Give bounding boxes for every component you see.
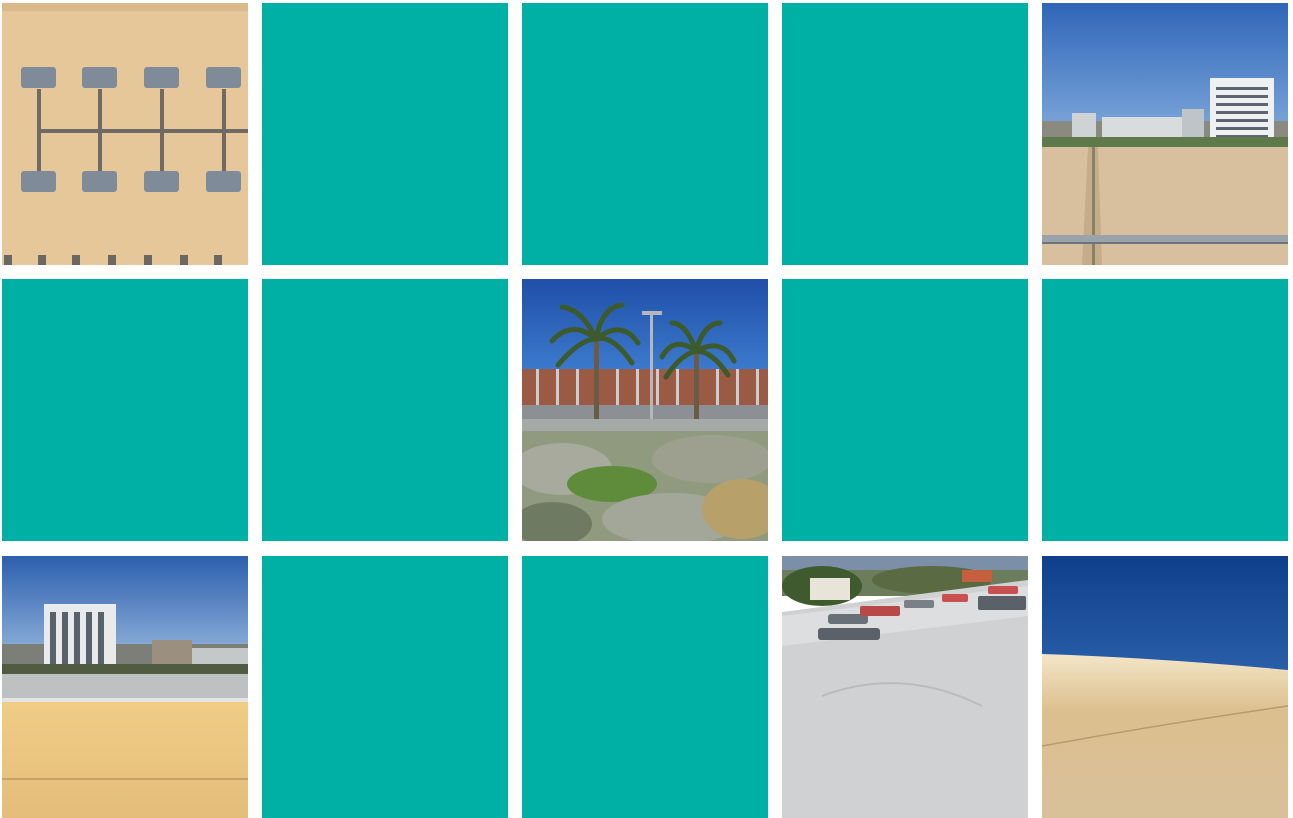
gallery-photo-tower-sand[interactable] bbox=[2, 556, 248, 818]
sand-horizon-image bbox=[1042, 556, 1288, 818]
gallery-placeholder-tile[interactable] bbox=[522, 3, 768, 265]
gallery-placeholder-tile[interactable] bbox=[2, 279, 248, 541]
gallery-photo-sand-horizon[interactable] bbox=[1042, 556, 1288, 818]
gallery-placeholder-tile[interactable] bbox=[522, 556, 768, 818]
gallery-photo-palm-trees[interactable] bbox=[522, 279, 768, 541]
gallery-placeholder-tile[interactable] bbox=[262, 3, 508, 265]
gallery-photo-white-roof[interactable] bbox=[782, 556, 1028, 818]
gallery-photo-roof-tower[interactable] bbox=[1042, 3, 1288, 265]
gallery-placeholder-tile[interactable] bbox=[1042, 279, 1288, 541]
tower-sand-image bbox=[2, 556, 248, 818]
roof-skylights-image bbox=[2, 3, 248, 265]
white-roof-image bbox=[782, 556, 1028, 818]
palm-trees-image bbox=[522, 279, 768, 541]
gallery-placeholder-tile[interactable] bbox=[782, 3, 1028, 265]
image-gallery-grid bbox=[0, 0, 1293, 818]
roof-tower-image bbox=[1042, 3, 1288, 265]
gallery-photo-roof-skylights[interactable] bbox=[2, 3, 248, 265]
gallery-placeholder-tile[interactable] bbox=[782, 279, 1028, 541]
gallery-placeholder-tile[interactable] bbox=[262, 279, 508, 541]
gallery-placeholder-tile[interactable] bbox=[262, 556, 508, 818]
